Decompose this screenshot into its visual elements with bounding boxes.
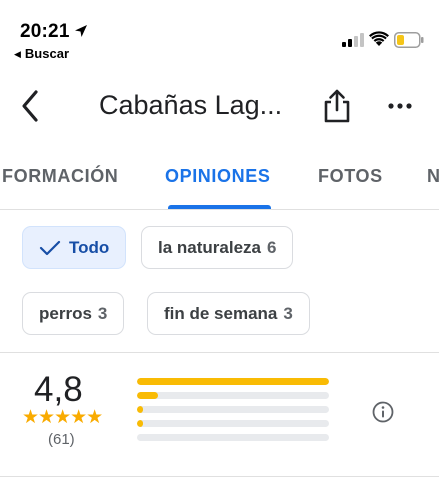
- cellular-signal-icon: [342, 33, 364, 47]
- rating-bar-4: [137, 392, 329, 399]
- page-title: Cabañas Lag...: [99, 90, 283, 120]
- rating-bar-1: [137, 434, 329, 441]
- rating-distribution: [137, 378, 329, 448]
- rating-count: (61): [48, 431, 75, 448]
- rating-stars-icon: ★★★★★: [22, 407, 103, 428]
- chip-label: fin de semana: [164, 303, 278, 323]
- rating-bar-fill: [137, 392, 159, 399]
- chip-label: Todo: [69, 237, 110, 257]
- chip-count: 3: [283, 303, 293, 323]
- chip-label: la naturaleza: [158, 237, 261, 257]
- chip-fin-de-semana[interactable]: fin de semana 3: [147, 292, 310, 335]
- rating-bar-fill: [137, 406, 143, 413]
- chip-todo[interactable]: Todo: [22, 226, 127, 269]
- battery-low-icon: [394, 32, 424, 48]
- rating-bar-fill: [137, 420, 143, 427]
- rating-bar-5: [137, 378, 329, 385]
- status-time: 20:21: [20, 21, 70, 42]
- back-to-app-link[interactable]: ◀ Buscar: [14, 46, 69, 61]
- location-arrow-icon: [75, 25, 87, 37]
- back-arrow-icon[interactable]: [14, 86, 48, 126]
- tab-opiniones[interactable]: OPINIONES: [165, 166, 270, 187]
- tab-informacion[interactable]: FORMACIÓN: [2, 166, 118, 187]
- info-icon[interactable]: [372, 401, 394, 423]
- tab-next[interactable]: N: [427, 166, 439, 187]
- tab-fotos[interactable]: FOTOS: [318, 166, 383, 187]
- back-triangle-icon: ◀: [14, 49, 21, 59]
- chip-perros[interactable]: perros 3: [22, 292, 125, 335]
- rating-value: 4,8: [34, 370, 83, 409]
- active-tab-indicator: [168, 205, 271, 209]
- check-icon: [39, 240, 61, 255]
- rating-bar-3: [137, 406, 329, 413]
- tab-bar: FORMACIÓN OPINIONES FOTOS N: [0, 146, 439, 210]
- status-bar: 20:21 ◀ Buscar: [0, 0, 439, 66]
- chip-la-naturaleza[interactable]: la naturaleza 6: [141, 226, 294, 269]
- divider: [0, 352, 439, 353]
- divider: [0, 476, 439, 477]
- rating-bar-fill: [137, 378, 329, 385]
- share-icon[interactable]: [321, 88, 353, 124]
- back-app-label: Buscar: [24, 46, 69, 61]
- chip-count: 3: [97, 303, 108, 323]
- chip-count: 6: [267, 237, 277, 257]
- rating-bar-2: [137, 420, 329, 427]
- wifi-icon: [369, 31, 389, 46]
- chip-label: perros: [39, 303, 92, 323]
- more-options-icon[interactable]: [386, 90, 414, 122]
- place-header: Cabañas Lag...: [0, 66, 439, 146]
